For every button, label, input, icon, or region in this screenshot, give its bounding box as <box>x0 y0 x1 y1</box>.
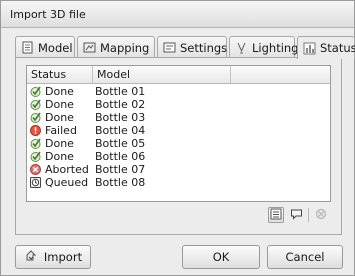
model-text: Bottle 01 <box>95 85 146 98</box>
cancel-label: Cancel <box>285 250 325 264</box>
tab-label: Mapping <box>100 40 150 55</box>
model-text: Bottle 04 <box>95 124 146 137</box>
tab-lighting[interactable]: Lighting <box>229 36 299 58</box>
title-bar[interactable]: Import 3D file <box>1 1 354 28</box>
status-text: Done <box>45 98 74 111</box>
check-icon <box>30 112 41 123</box>
tab-model[interactable]: Model <box>15 36 75 58</box>
status-panel: Status Model Done Bottle 01 Done Bottle … <box>15 57 342 235</box>
model-text: Bottle 08 <box>95 176 146 189</box>
status-text: Done <box>45 111 74 124</box>
table-header: Status Model <box>27 66 330 84</box>
speech-bubble-icon <box>290 208 303 223</box>
clear-button[interactable] <box>313 207 329 223</box>
status-table: Status Model Done Bottle 01 Done Bottle … <box>26 65 331 202</box>
column-header-empty[interactable] <box>231 66 330 83</box>
bulb-icon <box>235 41 248 54</box>
ok-button[interactable]: OK <box>182 245 260 269</box>
column-header-model[interactable]: Model <box>93 66 231 83</box>
mapping-icon <box>83 41 96 54</box>
tab-label: Settings <box>180 40 228 55</box>
check-icon <box>30 151 41 162</box>
check-icon <box>30 99 41 110</box>
status-text: Done <box>45 85 74 98</box>
tab-mapping[interactable]: Mapping <box>77 36 155 58</box>
ok-label: OK <box>212 250 230 264</box>
model-text: Bottle 07 <box>95 163 146 176</box>
table-row[interactable]: Done Bottle 03 <box>27 111 330 124</box>
table-row[interactable]: Done Bottle 06 <box>27 150 330 163</box>
table-row[interactable]: Done Bottle 02 <box>27 98 330 111</box>
tab-label: Model <box>38 40 73 55</box>
model-text: Bottle 06 <box>95 150 146 163</box>
error-icon <box>30 125 41 136</box>
document-icon <box>21 41 34 54</box>
tab-label: Lighting <box>252 40 299 55</box>
cancel-button[interactable]: Cancel <box>267 245 343 269</box>
status-text: Aborted <box>45 163 89 176</box>
check-icon <box>30 86 41 97</box>
status-text: Done <box>45 137 74 150</box>
import-label: Import <box>43 250 83 264</box>
check-icon <box>30 138 41 149</box>
tab-status[interactable]: Status <box>297 36 355 59</box>
table-body: Done Bottle 01 Done Bottle 02 Done Bottl… <box>27 85 330 189</box>
import-button[interactable]: Import <box>15 245 91 269</box>
table-row[interactable]: Queued Bottle 08 <box>27 176 330 189</box>
status-text: Failed <box>45 124 77 137</box>
table-row[interactable]: Failed Bottle 04 <box>27 124 330 137</box>
model-text: Bottle 05 <box>95 137 146 150</box>
details-view-icon <box>270 208 282 223</box>
table-row[interactable]: Aborted Bottle 07 <box>27 163 330 176</box>
clear-icon <box>315 208 327 223</box>
cancel-icon <box>30 164 41 175</box>
model-text: Bottle 03 <box>95 111 146 124</box>
status-text: Queued <box>45 176 89 189</box>
table-row[interactable]: Done Bottle 05 <box>27 137 330 150</box>
toolbar-separator <box>308 208 309 222</box>
table-row[interactable]: Done Bottle 01 <box>27 85 330 98</box>
table-toolbar <box>268 207 329 223</box>
window-title: Import 3D file <box>10 8 86 21</box>
column-header-status[interactable]: Status <box>27 66 93 83</box>
tab-settings[interactable]: Settings <box>157 36 227 58</box>
bar-chart-icon <box>303 42 316 55</box>
import-icon <box>24 249 38 266</box>
status-text: Done <box>45 150 74 163</box>
import-dialog: Import 3D file Model Mapping Settings Li… <box>0 0 355 276</box>
tab-label: Status <box>320 41 355 55</box>
log-button[interactable] <box>288 207 304 223</box>
details-view-button[interactable] <box>268 207 284 223</box>
clock-icon <box>30 177 41 188</box>
settings-icon <box>163 41 176 54</box>
model-text: Bottle 02 <box>95 98 146 111</box>
